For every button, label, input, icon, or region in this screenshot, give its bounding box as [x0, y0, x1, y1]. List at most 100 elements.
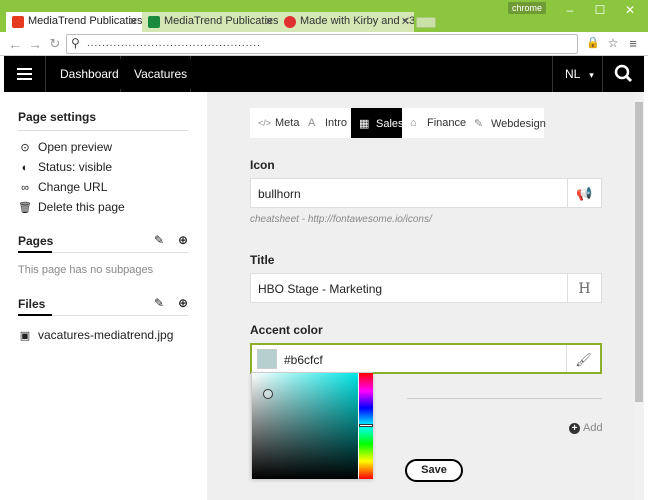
- tab-label: Webdesign: [491, 118, 546, 130]
- tab-intro[interactable]: A Intro: [300, 108, 351, 138]
- breadcrumb-vacatures[interactable]: Vacatures: [134, 67, 187, 81]
- tab-finance[interactable]: ⌂ Finance: [402, 108, 466, 138]
- minimize-icon[interactable]: –: [562, 3, 578, 17]
- browser-tab-label: Made with Kirby and <3 -: [300, 15, 414, 27]
- main-content: </> Meta A Intro ▦ Sales ⌂ Finance ✎ Webdesig…: [207, 92, 634, 500]
- color-picker-handle[interactable]: [263, 389, 273, 399]
- divider-accent: [18, 251, 52, 253]
- browser-tab-3[interactable]: Made with Kirby and <3 - ✕: [278, 12, 414, 32]
- language-switcher[interactable]: NL ▾: [552, 56, 602, 92]
- change-url-label: Change URL: [38, 180, 108, 194]
- search-icon: ⚲: [71, 36, 81, 50]
- search-icon: [614, 64, 633, 83]
- chevron-down-icon: ▾: [589, 70, 594, 80]
- brush-icon: ✎: [474, 118, 484, 130]
- mediatrend-favicon-icon: [148, 16, 160, 28]
- delete-page-label: Delete this page: [38, 200, 125, 214]
- maximize-icon[interactable]: ☐: [592, 3, 608, 17]
- search-button[interactable]: [602, 56, 644, 92]
- bank-icon: ⌂: [410, 117, 417, 129]
- accent-color-label: Accent color: [250, 323, 323, 337]
- breadcrumb-separator: [120, 56, 121, 92]
- title-input-value: HBO Stage - Marketing: [258, 282, 383, 296]
- star-icon[interactable]: ☆: [606, 36, 620, 50]
- tab-sales[interactable]: ▦ Sales: [351, 108, 404, 138]
- hue-slider-handle[interactable]: [359, 424, 373, 427]
- files-title: Files: [18, 297, 46, 311]
- tab-meta[interactable]: </> Meta: [250, 108, 300, 138]
- url-input[interactable]: ⚲ ......................................…: [66, 34, 578, 54]
- file-name: vacatures-mediatrend.jpg: [38, 328, 174, 342]
- forward-icon[interactable]: →: [28, 36, 42, 52]
- calculator-icon: ▦: [359, 118, 370, 130]
- menu-button[interactable]: [4, 56, 46, 92]
- status-toggle-link[interactable]: ◐ Status: visible: [18, 160, 112, 174]
- font-icon: A: [308, 117, 316, 129]
- reload-icon[interactable]: ↻: [48, 36, 62, 52]
- save-button[interactable]: Save: [405, 459, 463, 482]
- title-input[interactable]: HBO Stage - Marketing H: [250, 273, 602, 303]
- trash-icon: 🗑: [18, 202, 32, 214]
- back-icon[interactable]: ←: [8, 36, 22, 52]
- extension-lock-icon[interactable]: 🔒: [586, 36, 600, 49]
- browser-tab-2[interactable]: MediaTrend Publicaties | V ✕: [142, 12, 278, 32]
- icon-input[interactable]: bullhorn 📢: [250, 178, 602, 208]
- new-tab-button[interactable]: [416, 17, 436, 28]
- language-code: NL: [565, 67, 580, 81]
- add-button[interactable]: + Add: [569, 422, 603, 434]
- breadcrumb-separator: [190, 56, 191, 92]
- bullhorn-icon: 📢: [567, 179, 601, 207]
- accent-color-input[interactable]: #b6cfcf 🖌: [250, 343, 602, 374]
- divider: [18, 130, 188, 131]
- mediatrend-favicon-icon: [12, 16, 24, 28]
- add-page-icon[interactable]: ⊕: [178, 233, 188, 247]
- open-preview-label: Open preview: [38, 140, 113, 154]
- saturation-value-area[interactable]: [252, 373, 358, 479]
- browser-titlebar: MediaTrend Publicaties | F ✕ MediaTrend …: [0, 0, 648, 32]
- add-file-icon[interactable]: ⊕: [178, 296, 188, 310]
- browser-menu-icon[interactable]: ≡: [626, 36, 640, 51]
- icon-field-label: Icon: [250, 158, 275, 172]
- image-icon: ▣: [19, 330, 31, 342]
- hamburger-icon: [17, 68, 32, 70]
- delete-page-link[interactable]: 🗑 Delete this page: [18, 200, 125, 214]
- tab-label: Sales: [376, 118, 404, 130]
- divider: [407, 398, 602, 399]
- scrollbar[interactable]: [634, 92, 644, 500]
- kirby-panel: Dashboard Vacatures NL ▾ Page settings ⊙…: [0, 56, 648, 500]
- pages-title: Pages: [18, 234, 54, 248]
- tab-webdesign[interactable]: ✎ Webdesign: [466, 108, 546, 138]
- status-label: Status: visible: [38, 160, 113, 174]
- page-settings-title: Page settings: [18, 110, 97, 124]
- accent-color-value: #b6cfcf: [284, 353, 323, 367]
- title-field-label: Title: [250, 253, 275, 267]
- profile-badge: chrome: [508, 2, 546, 14]
- heading-icon: H: [567, 274, 601, 302]
- plus-circle-icon: +: [569, 423, 580, 434]
- icon-input-value: bullhorn: [258, 187, 301, 201]
- close-tab-icon[interactable]: ✕: [265, 15, 274, 28]
- browser-tab-1[interactable]: MediaTrend Publicaties | F ✕: [6, 12, 142, 32]
- breadcrumb-dashboard[interactable]: Dashboard: [60, 67, 119, 81]
- file-item[interactable]: ▣ vacatures-mediatrend.jpg: [18, 328, 174, 342]
- close-window-icon[interactable]: ✕: [622, 3, 638, 17]
- edit-pages-icon[interactable]: ✎: [154, 233, 164, 247]
- kirby-favicon-icon: [284, 16, 296, 28]
- code-icon: </>: [258, 118, 272, 128]
- hue-slider[interactable]: [359, 373, 373, 479]
- scrollbar-thumb[interactable]: [635, 102, 643, 402]
- open-preview-link[interactable]: ⊙ Open preview: [18, 140, 112, 154]
- tab-label: Finance: [427, 117, 467, 129]
- close-tab-icon[interactable]: ✕: [129, 15, 138, 28]
- browser-tab-label: MediaTrend Publicaties | F: [28, 15, 142, 27]
- link-icon: ∞: [21, 182, 29, 194]
- icon-help-text: cheatsheet - http://fontawesome.io/icons…: [250, 214, 432, 225]
- address-bar: ← → ↻ ⚲ ................................…: [0, 32, 648, 56]
- change-url-link[interactable]: ∞ Change URL: [18, 180, 107, 194]
- browser-tab-label: MediaTrend Publicaties | V: [164, 15, 278, 27]
- edit-files-icon[interactable]: ✎: [154, 296, 164, 310]
- close-tab-icon[interactable]: ✕: [401, 15, 410, 28]
- sidebar: Page settings ⊙ Open preview ◐ Status: vis…: [4, 92, 207, 500]
- url-text: ........................................…: [87, 38, 261, 49]
- toggle-icon: ◐: [21, 162, 29, 174]
